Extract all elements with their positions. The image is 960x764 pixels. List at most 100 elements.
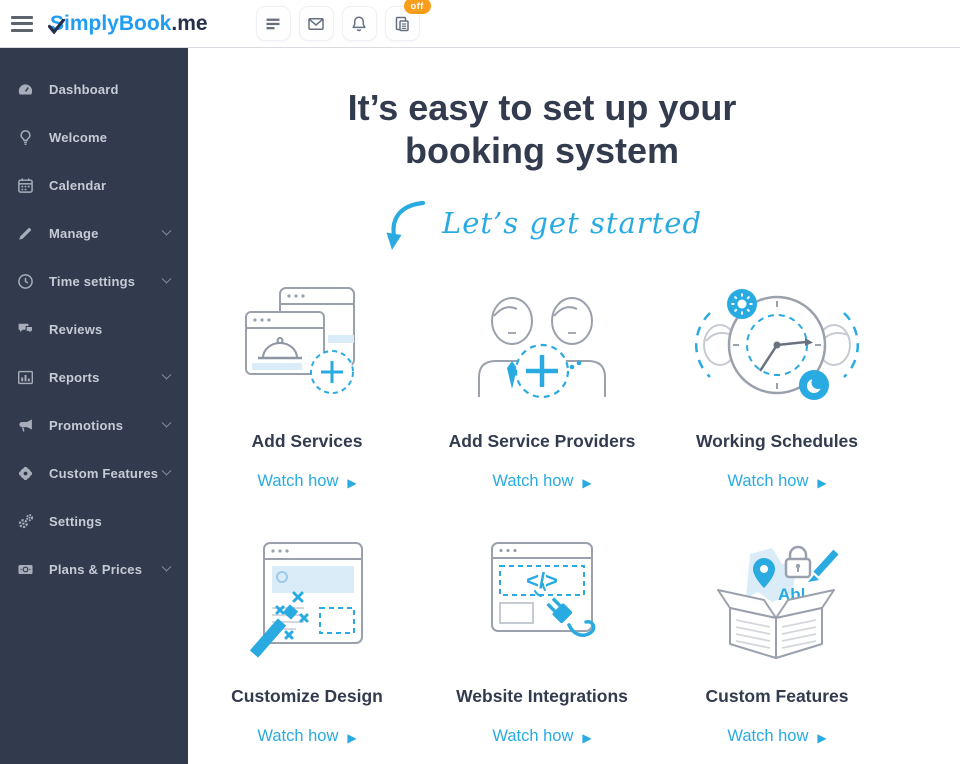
sidebar-item-promotions[interactable]: Promotions xyxy=(0,401,188,449)
tile-custom-features: Ab| Custom Features Watch how ▶ xyxy=(660,539,895,746)
sidebar-navigation: Dashboard Welcome Calendar Manage Time s… xyxy=(0,48,188,764)
tile-add-services: Add Services Watch how ▶ xyxy=(190,284,425,491)
watch-how-label: Watch how xyxy=(257,727,339,746)
sidebar-item-label: Manage xyxy=(49,225,99,241)
tile-title: Custom Features xyxy=(705,686,849,707)
top-bar: SimplyBook.me off xyxy=(0,0,960,48)
mail-icon xyxy=(308,17,324,30)
customize-design-illustration xyxy=(249,542,363,658)
sidebar-item-manage[interactable]: Manage xyxy=(0,209,188,257)
sidebar-item-plans-prices[interactable]: Plans & Prices xyxy=(0,545,188,593)
tile-customize-design: Customize Design Watch how ▶ xyxy=(190,539,425,746)
watch-how-label: Watch how xyxy=(257,472,339,491)
messages-button[interactable] xyxy=(298,6,334,41)
play-icon: ▶ xyxy=(582,730,592,745)
notifications-button[interactable] xyxy=(341,6,377,41)
sidebar-item-label: Plans & Prices xyxy=(49,561,143,577)
watch-how-link-working-schedules[interactable]: Watch how ▶ xyxy=(660,472,895,491)
play-icon: ▶ xyxy=(817,730,827,745)
watch-how-link-custom-features[interactable]: Watch how ▶ xyxy=(660,727,895,746)
comments-icon xyxy=(17,321,34,338)
sidebar-item-label: Custom Features xyxy=(49,465,159,481)
sidebar-item-custom-features[interactable]: Custom Features xyxy=(0,449,188,497)
hamburger-menu-icon[interactable] xyxy=(11,15,33,32)
report-icon xyxy=(395,16,409,31)
sidebar-item-reviews[interactable]: Reviews xyxy=(0,305,188,353)
play-icon: ▶ xyxy=(582,475,592,490)
logo-text-secondary: .me xyxy=(171,11,208,35)
bar-chart-icon xyxy=(17,369,34,386)
logo-checkmark-icon xyxy=(48,18,65,34)
get-started-row: Let’s get started xyxy=(188,196,896,254)
header-actions: off xyxy=(255,0,431,41)
tile-title: Working Schedules xyxy=(695,431,859,452)
sidebar-item-label: Welcome xyxy=(49,129,108,145)
tile-website-integrations: </> Website Integrations Watch how ▶ xyxy=(425,539,660,746)
chevron-down-icon xyxy=(161,465,172,476)
watch-how-link-add-services[interactable]: Watch how ▶ xyxy=(190,472,425,491)
get-started-text: Let’s get started xyxy=(441,206,703,241)
watch-how-label: Watch how xyxy=(727,727,809,746)
add-services-illustration xyxy=(245,287,355,395)
chevron-down-icon xyxy=(161,225,172,236)
pencil-icon xyxy=(17,225,34,242)
lightbulb-icon xyxy=(17,129,34,146)
sidebar-item-settings[interactable]: Settings xyxy=(0,497,188,545)
sidebar-item-label: Settings xyxy=(49,513,102,529)
watch-how-link-website-integrations[interactable]: Watch how ▶ xyxy=(425,727,660,746)
tile-working-schedules: Working Schedules Watch how ▶ xyxy=(660,284,895,491)
megaphone-icon xyxy=(17,417,34,434)
sidebar-item-dashboard[interactable]: Dashboard xyxy=(0,65,188,113)
sidebar-item-label: Reports xyxy=(49,369,100,385)
tile-title: Website Integrations xyxy=(456,686,628,707)
working-schedules-illustration xyxy=(695,289,859,401)
play-icon: ▶ xyxy=(347,730,357,745)
tile-title: Add Service Providers xyxy=(448,431,636,452)
bell-icon xyxy=(352,15,366,31)
logo-text-primary: SimplyBook xyxy=(50,11,172,35)
page-title: It’s easy to set up your booking system xyxy=(188,86,896,172)
status-badge-off: off xyxy=(403,0,431,14)
custom-features-illustration: Ab| xyxy=(717,546,839,660)
play-icon: ▶ xyxy=(347,475,357,490)
page-title-line1: It’s easy to set up your xyxy=(347,87,737,128)
website-integrations-illustration: </> xyxy=(491,542,596,638)
calendar-icon xyxy=(17,177,34,194)
svg-text:</>: </> xyxy=(526,568,558,593)
tutorial-grid: Add Services Watch how ▶ Add Service Pro… xyxy=(188,284,896,746)
quick-actions-button[interactable] xyxy=(255,6,291,41)
simplybook-logo[interactable]: SimplyBook.me xyxy=(48,11,208,36)
plugin-badge-icon xyxy=(17,465,34,482)
list-icon xyxy=(266,18,280,29)
watch-how-link-add-service-providers[interactable]: Watch how ▶ xyxy=(425,472,660,491)
chevron-down-icon xyxy=(161,273,172,284)
reports-toggle-button[interactable]: off xyxy=(384,0,431,41)
sidebar-item-label: Dashboard xyxy=(49,81,119,97)
chevron-down-icon xyxy=(161,369,172,380)
sidebar-item-time-settings[interactable]: Time settings xyxy=(0,257,188,305)
main-content: It’s easy to set up your booking system … xyxy=(188,48,960,764)
sidebar-item-label: Time settings xyxy=(49,273,136,289)
watch-how-label: Watch how xyxy=(492,727,574,746)
gears-icon xyxy=(17,513,34,530)
tile-add-service-providers: Add Service Providers Watch how ▶ xyxy=(425,284,660,491)
curved-arrow-icon xyxy=(386,201,426,251)
watch-how-link-customize-design[interactable]: Watch how ▶ xyxy=(190,727,425,746)
sidebar-item-welcome[interactable]: Welcome xyxy=(0,113,188,161)
add-service-providers-illustration xyxy=(478,297,606,399)
tile-title: Add Services xyxy=(251,431,363,452)
sidebar-item-label: Calendar xyxy=(49,177,107,193)
chevron-down-icon xyxy=(161,417,172,428)
money-bill-icon xyxy=(17,561,34,578)
dashboard-icon xyxy=(17,81,34,98)
sidebar-item-label: Reviews xyxy=(49,321,103,337)
play-icon: ▶ xyxy=(817,475,827,490)
watch-how-label: Watch how xyxy=(727,472,809,491)
clock-icon xyxy=(17,273,34,290)
sidebar-item-label: Promotions xyxy=(49,417,124,433)
sidebar-item-reports[interactable]: Reports xyxy=(0,353,188,401)
watch-how-label: Watch how xyxy=(492,472,574,491)
sidebar-item-calendar[interactable]: Calendar xyxy=(0,161,188,209)
chevron-down-icon xyxy=(161,561,172,572)
tile-title: Customize Design xyxy=(231,686,383,707)
